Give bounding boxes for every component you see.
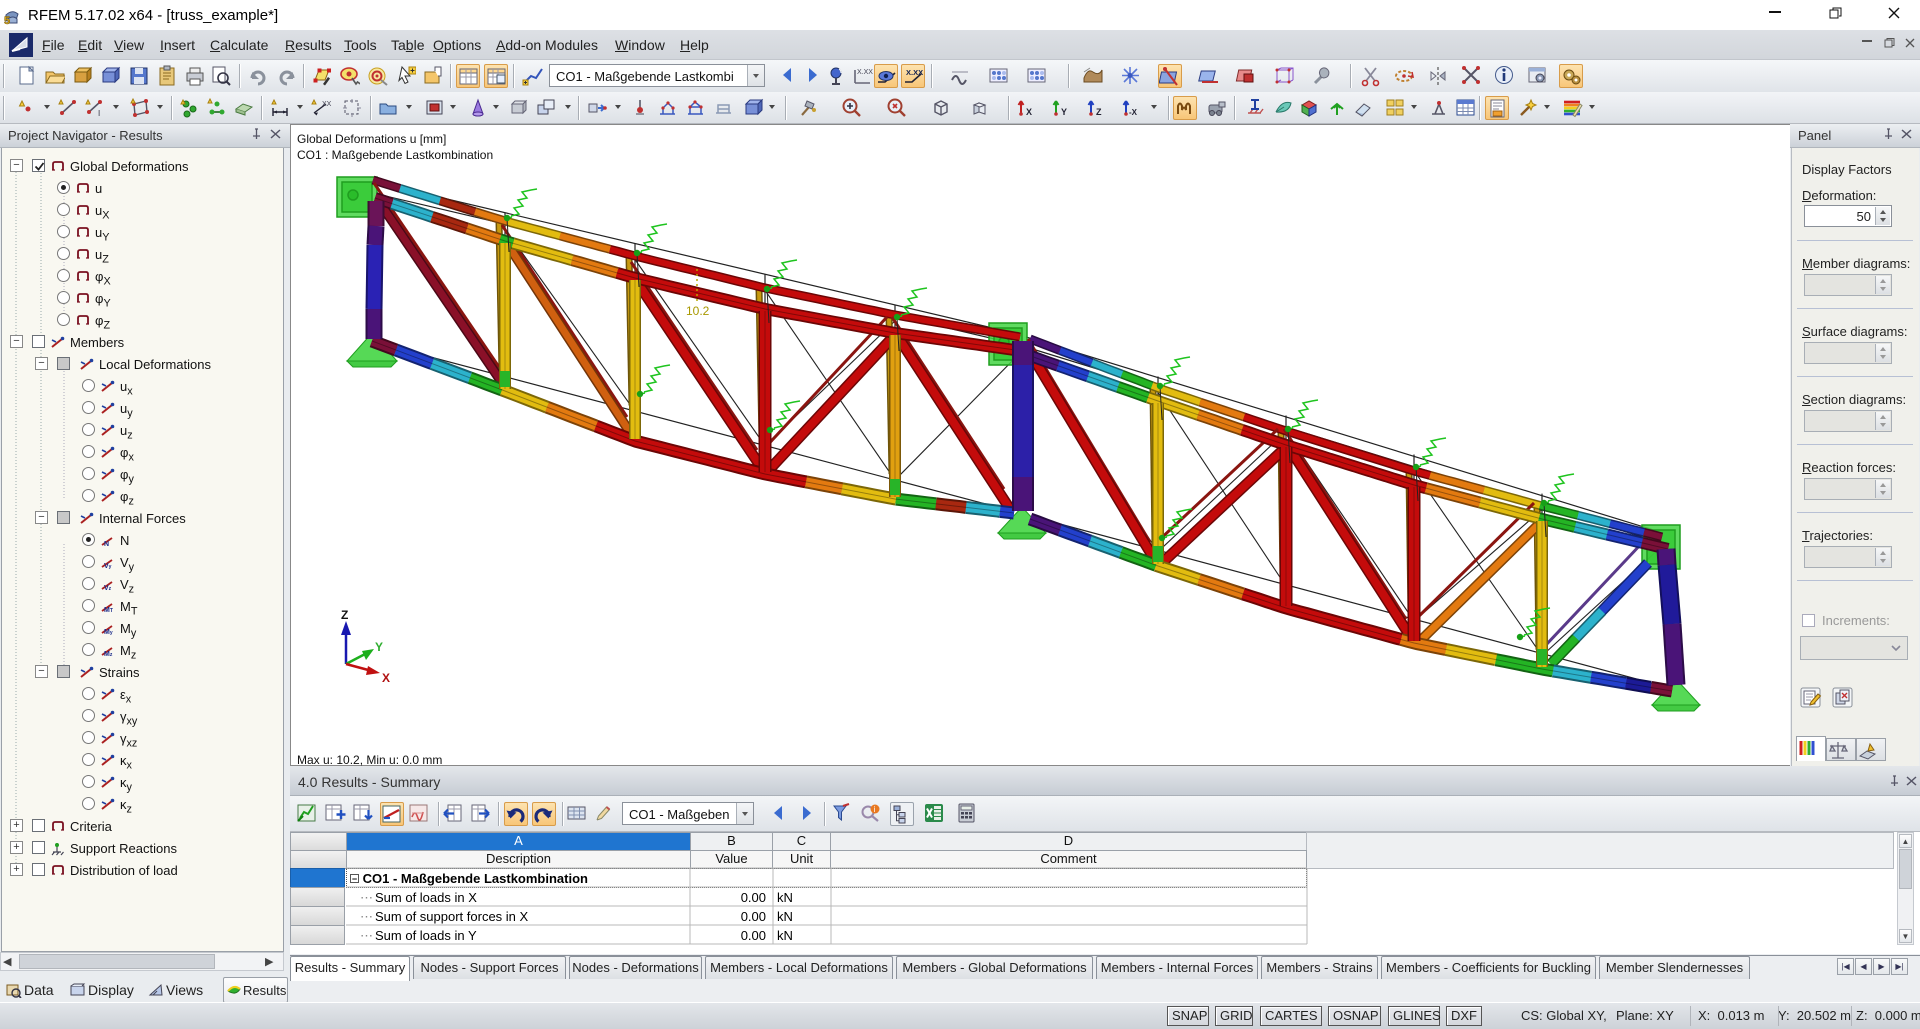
svg-text:My: My — [104, 629, 113, 636]
svg-text:i: i — [874, 805, 876, 814]
svg-text:X: X — [382, 671, 390, 685]
svg-text:X: X — [1026, 107, 1032, 117]
svg-text:X.XX: X.XX — [906, 68, 923, 77]
svg-text:Mz: Mz — [104, 651, 113, 658]
svg-text:10.2: 10.2 — [686, 304, 710, 318]
svg-text:Vz: Vz — [104, 585, 112, 592]
svg-text:Y: Y — [1061, 107, 1067, 117]
svg-text:-X: -X — [1129, 108, 1138, 117]
svg-text:Z: Z — [341, 608, 348, 622]
svg-text:Z: Z — [1096, 107, 1102, 117]
svg-text:Vy: Vy — [104, 563, 112, 570]
svg-text:5: 5 — [4, 15, 10, 25]
svg-text:MT: MT — [104, 607, 113, 614]
svg-text:I: I — [98, 109, 100, 118]
svg-text:X.XX: X.XX — [857, 69, 873, 76]
svg-text:Y: Y — [375, 640, 383, 654]
svg-text:XX: XX — [322, 101, 332, 108]
svg-text:N: N — [104, 541, 109, 548]
